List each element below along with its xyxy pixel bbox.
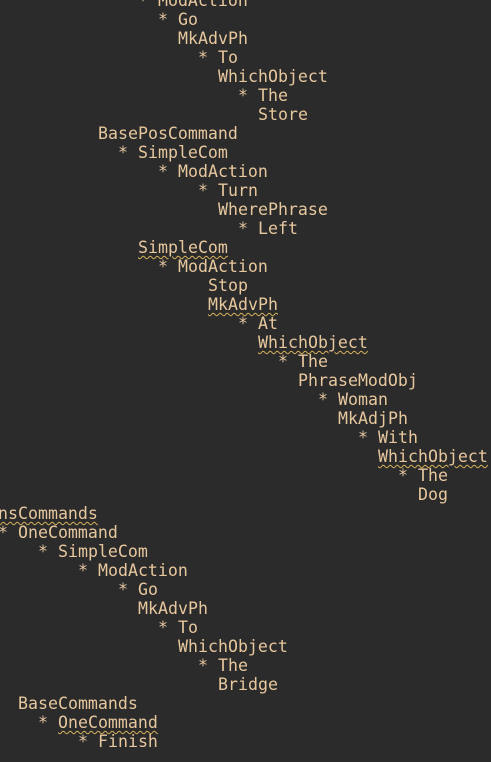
code-line: MkAdvPh [178,29,248,48]
code-token: * Left [238,219,298,238]
code-line: * With [358,428,418,447]
code-token: * The [398,466,448,485]
code-token: * ModAction [158,162,268,181]
code-token: BasePosCommand [98,124,238,143]
spell-error-token[interactable]: nsCommands [0,504,98,523]
code-line: MkAdvPh [138,599,208,618]
spell-error-token[interactable]: OneCommand [58,713,158,732]
code-token: MkAdvPh [138,599,208,618]
code-token: * [38,713,58,732]
code-token: * Turn [198,181,258,200]
code-line: * ModAction [158,162,268,181]
code-line: * OneCommand [38,713,158,732]
code-token: * SimpleCom [118,143,228,162]
code-token: * To [158,618,198,637]
code-token: * The [278,352,328,371]
code-line: * At [238,314,278,333]
code-token: Stop [208,276,248,295]
code-token: WhichObject [178,637,288,656]
code-line: MkAdvPh [208,295,278,314]
code-token: * ModAction [78,561,188,580]
code-line: * ModAction [158,257,268,276]
code-line: * To [158,618,198,637]
code-line: * OneCommand [0,523,118,542]
code-line: Bridge [218,675,278,694]
spell-error-token[interactable]: SimpleCom [138,238,228,257]
code-token: Store [258,105,308,124]
code-line: * The [238,86,288,105]
spell-error-token[interactable]: MkAdvPh [208,295,278,314]
code-line: * Woman [318,390,388,409]
code-token: * The [198,656,248,675]
code-line: PhraseModObj [298,371,418,390]
code-line: * Go [158,10,198,29]
code-line: Dog [418,485,448,504]
code-line: BaseCommands [18,694,138,713]
code-token: * At [238,314,278,333]
code-token: * OneCommand [0,523,118,542]
code-line: * SimpleCom [38,542,148,561]
code-token: BaseCommands [18,694,138,713]
code-line: BasePosCommand [98,124,238,143]
code-token: * Go [158,10,198,29]
code-token: * Woman [318,390,388,409]
code-line: * Turn [198,181,258,200]
spell-error-token[interactable]: WhichObject [258,333,368,352]
code-token: * ModAction [118,0,248,10]
code-line: * Go [118,580,158,599]
code-token: MkAdjPh [338,409,408,428]
code-token: Bridge [218,675,278,694]
code-line: * Finish [78,732,158,751]
code-line: SimpleCom [138,238,228,257]
code-token: WherePhrase [218,200,328,219]
code-line: Store [258,105,308,124]
code-line: WhichObject [218,67,328,86]
code-line: MkAdjPh [338,409,408,428]
code-line: WhichObject [258,333,368,352]
code-token: * Finish [78,732,158,751]
code-token: * With [358,428,418,447]
code-editor[interactable]: * ModAction * Go MkAdvPh * To WhichObject * T… [0,0,491,762]
code-line: * ModAction [118,0,248,10]
code-token: PhraseModObj [298,371,418,390]
code-line: * To [198,48,238,67]
code-line: Stop [208,276,248,295]
code-token: WhichObject [218,67,328,86]
code-line: * The [278,352,328,371]
code-line: * SimpleCom [118,143,228,162]
code-line: WhichObject [178,637,288,656]
code-line: * The [398,466,448,485]
code-line: WhichObject [378,447,488,466]
code-token: * SimpleCom [38,542,148,561]
code-line: * ModAction [78,561,188,580]
code-line: WherePhrase [218,200,328,219]
code-line: * The [198,656,248,675]
code-token: MkAdvPh [178,29,248,48]
code-token: * To [198,48,238,67]
code-token: * Go [118,580,158,599]
code-token: Dog [418,485,448,504]
code-line: nsCommands [0,504,98,523]
code-token: * ModAction [158,257,268,276]
code-token: * The [238,86,288,105]
code-line: * Left [238,219,298,238]
spell-error-token[interactable]: WhichObject [378,447,488,466]
